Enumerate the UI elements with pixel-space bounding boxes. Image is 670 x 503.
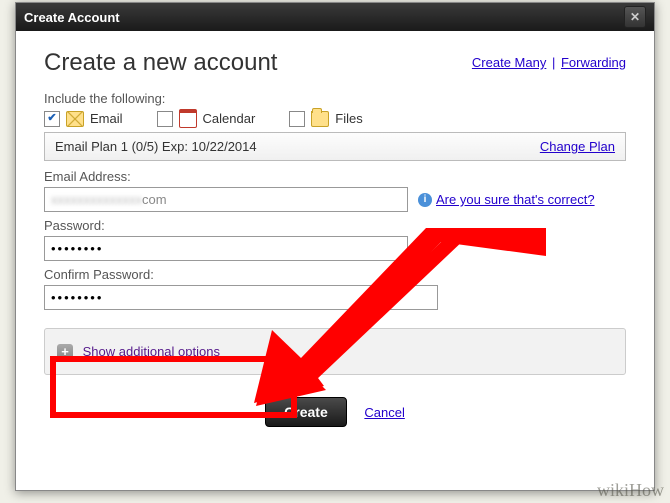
password-label: Password: (44, 218, 626, 233)
mail-icon (66, 111, 84, 127)
forwarding-link[interactable]: Forwarding (561, 55, 626, 70)
email-option-label: Email (90, 111, 123, 126)
window-title: Create Account (24, 10, 120, 25)
plus-icon[interactable]: + (57, 344, 73, 360)
email-blurred-part: xxxxxxxxxxxxxx (51, 192, 142, 207)
create-many-link[interactable]: Create Many (472, 55, 546, 70)
cancel-link[interactable]: Cancel (364, 405, 404, 420)
info-icon: i (418, 193, 432, 207)
calendar-icon (179, 109, 197, 128)
include-label: Include the following: (44, 91, 626, 106)
plan-box: Email Plan 1 (0/5) Exp: 10/22/2014 Chang… (44, 132, 626, 161)
files-option-label: Files (335, 111, 362, 126)
plan-text: Email Plan 1 (0/5) Exp: 10/22/2014 (55, 139, 257, 154)
email-label: Email Address: (44, 169, 626, 184)
separator: | (552, 55, 555, 70)
include-row: Email Calendar Files (44, 109, 626, 128)
close-button[interactable]: ✕ (624, 6, 646, 28)
show-additional-options-link[interactable]: Show additional options (83, 344, 220, 359)
confirm-password-input[interactable] (44, 285, 438, 310)
change-plan-link[interactable]: Change Plan (540, 139, 615, 154)
confirm-password-label: Confirm Password: (44, 267, 626, 282)
email-suffix: com (142, 192, 167, 207)
button-row: Create Cancel (44, 397, 626, 427)
create-button[interactable]: Create (265, 397, 347, 427)
email-input[interactable]: xxxxxxxxxxxxxxcom (44, 187, 408, 212)
files-checkbox[interactable] (289, 111, 305, 127)
password-input[interactable] (44, 236, 408, 261)
page-heading: Create a new account (44, 49, 277, 77)
close-icon: ✕ (630, 10, 640, 24)
calendar-option-label: Calendar (203, 111, 256, 126)
calendar-checkbox[interactable] (157, 111, 173, 127)
top-links: Create Many | Forwarding (472, 55, 626, 70)
additional-options-box: + Show additional options (44, 328, 626, 375)
folder-icon (311, 111, 329, 127)
check-icon: ✓ (418, 242, 432, 256)
email-hint-link[interactable]: Are you sure that's correct? (436, 192, 595, 207)
watermark: wikiHow (597, 480, 664, 501)
email-checkbox[interactable] (44, 111, 60, 127)
title-bar: Create Account ✕ (16, 3, 654, 31)
